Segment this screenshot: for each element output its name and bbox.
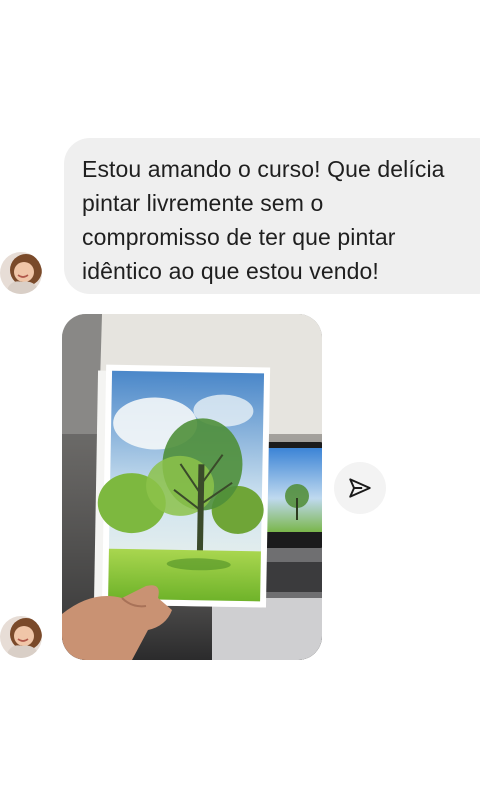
avatar[interactable] [0, 616, 42, 658]
share-button[interactable] [334, 462, 386, 514]
message-bubble[interactable]: Estou amando o curso! Que delícia pintar… [64, 138, 480, 294]
person-avatar-icon [0, 252, 42, 294]
avatar[interactable] [0, 252, 42, 294]
person-avatar-icon [0, 616, 42, 658]
send-icon [349, 478, 371, 498]
shared-photo[interactable] [62, 314, 322, 660]
painting-photo-icon [62, 314, 322, 660]
message-text: Estou amando o curso! Que delícia pintar… [82, 156, 445, 284]
chat-thread: Estou amando o curso! Que delícia pintar… [0, 0, 480, 800]
